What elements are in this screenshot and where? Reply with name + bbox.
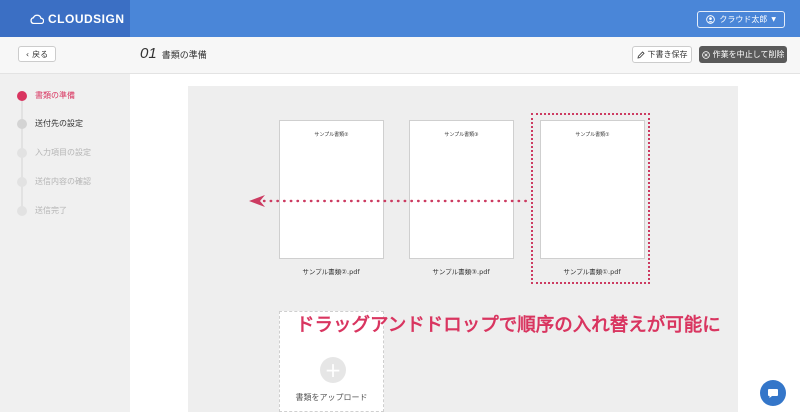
logo-text: CLOUDSIGN: [48, 11, 125, 26]
document-filename: サンプル書類②.pdf: [302, 268, 360, 276]
save-draft-label: 下書き保存: [647, 50, 688, 59]
user-menu-button[interactable]: クラウド太郎 ▼: [697, 11, 785, 28]
step-indicator-active: [17, 90, 27, 101]
document-title: サンプル書類②: [314, 132, 349, 138]
step-indicator: [17, 147, 27, 158]
step-field-setup: 入力項目の設定: [17, 147, 91, 158]
chevron-left-icon: ‹: [25, 49, 30, 59]
chat-support-button[interactable]: [760, 380, 786, 406]
document-title: サンプル書類③: [444, 132, 479, 138]
page-title-text: 書類の準備: [161, 51, 207, 61]
step-complete: 送信完了: [17, 205, 67, 216]
step-label: 入力項目の設定: [35, 148, 91, 157]
chat-bubble-icon: [768, 389, 778, 398]
step-number: 01: [140, 45, 157, 62]
cancel-delete-label: 作業を中止して削除: [712, 50, 785, 59]
step-document-prep: 書類の準備: [17, 90, 75, 101]
step-label: 送信内容の確認: [35, 177, 91, 186]
user-circle-icon: [706, 15, 716, 24]
back-label: 戻る: [32, 49, 49, 59]
page-title: 01 書類の準備: [140, 45, 207, 62]
step-label: 送信完了: [35, 206, 67, 215]
back-button[interactable]: ‹ 戻る: [18, 46, 56, 62]
document-card[interactable]: サンプル書類③: [409, 120, 514, 259]
drag-drop-caption: ドラッグアンドドロップで順序の入れ替えが可能に: [296, 315, 721, 336]
caret-down-icon: ▼: [771, 16, 776, 23]
step-confirm: 送信内容の確認: [17, 176, 91, 187]
user-name: クラウド太郎: [719, 15, 768, 24]
save-draft-button[interactable]: 下書き保存: [632, 46, 692, 63]
edit-icon: [636, 50, 645, 59]
document-filename: サンプル書類③.pdf: [432, 268, 490, 276]
cloud-icon: [30, 14, 44, 24]
upload-label: 書類をアップロード: [295, 393, 368, 402]
step-indicator: [17, 118, 27, 129]
step-label: 書類の準備: [35, 91, 75, 100]
step-indicator: [17, 205, 27, 216]
step-recipient-setup: 送付先の設定: [17, 118, 83, 129]
drag-highlight-frame: [531, 113, 650, 284]
arrow-left-icon: [249, 195, 533, 207]
brand-logo[interactable]: CLOUDSIGN: [0, 0, 130, 37]
close-circle-icon: [701, 50, 710, 59]
cancel-delete-button[interactable]: 作業を中止して削除: [699, 46, 787, 63]
document-card[interactable]: サンプル書類②: [279, 120, 384, 259]
step-label: 送付先の設定: [35, 119, 83, 128]
plus-icon: +: [320, 357, 346, 383]
step-indicator: [17, 176, 27, 187]
